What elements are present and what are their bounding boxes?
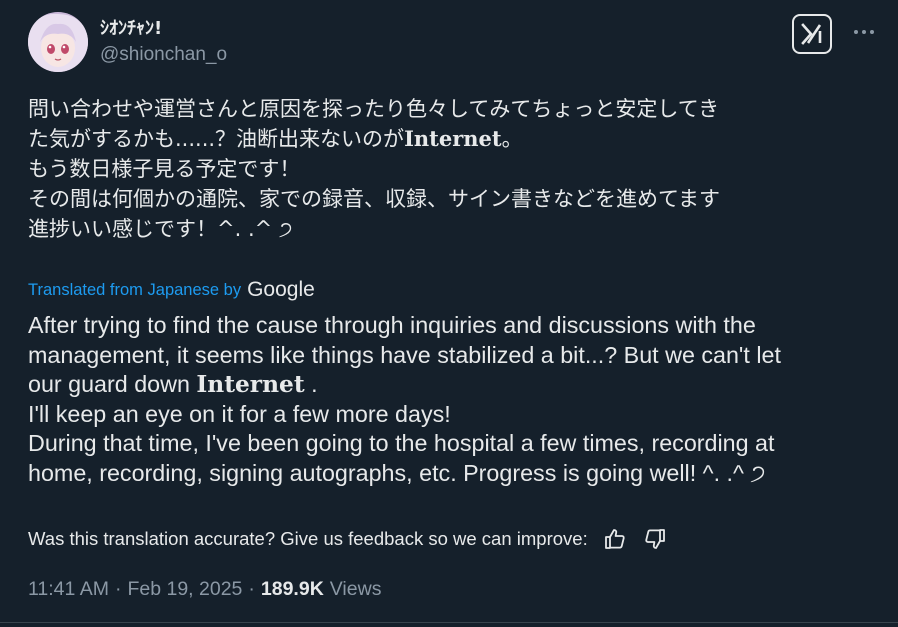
meta-separator: · (248, 578, 255, 600)
tweet-original-text: 問い合わせや運営さんと原因を探ったり色々してみてちょっと安定してき た気がするか… (28, 94, 878, 244)
translation-feedback: Was this translation accurate? Give us f… (28, 526, 668, 552)
feedback-prompt: Was this translation accurate? Give us f… (28, 528, 588, 549)
tweet-meta: 11:41 AM · Feb 19, 2025 · 189.9K Views (28, 578, 381, 601)
translated-label: Translated from Japanese by (28, 280, 242, 299)
original-text-internet: Internet (404, 126, 502, 151)
author-handle[interactable]: @shionchan_o (100, 44, 227, 66)
author-display-name[interactable]: ｼｵﾝﾁｬﾝ! (100, 14, 162, 40)
translated-text-internet: Internet (196, 371, 305, 398)
thumbs-down-icon[interactable] (642, 526, 668, 552)
tweet-translated-text: After trying to find the cause through i… (28, 311, 888, 488)
avatar[interactable] (28, 12, 88, 72)
original-text-part: 問い合わせや運営さんと原因を探ったり色々してみてちょっと安定してき た気がするか… (28, 97, 720, 151)
grok-icon[interactable] (792, 14, 832, 54)
divider (0, 622, 898, 623)
google-logo: Google (247, 278, 315, 301)
thumbs-up-icon[interactable] (602, 526, 628, 552)
tweet-time[interactable]: 11:41 AM (28, 578, 109, 601)
more-icon[interactable] (848, 22, 880, 42)
translated-by-link[interactable]: Translated from Japanese by Google (28, 278, 315, 302)
meta-separator: · (114, 578, 122, 600)
views-count: 189.9K (260, 578, 324, 600)
translated-text-part: After trying to find the cause through i… (28, 312, 781, 397)
tweet-date[interactable]: Feb 19, 2025 (127, 578, 242, 601)
views-label: Views (329, 578, 382, 600)
